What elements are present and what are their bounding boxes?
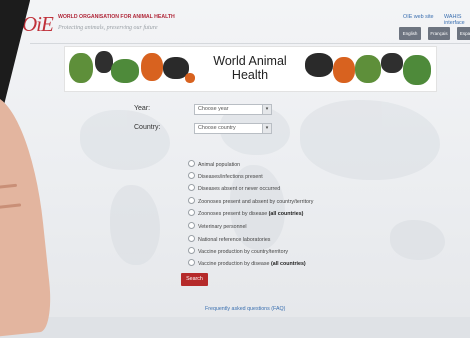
chevron-down-icon[interactable]: ▾ — [262, 124, 271, 133]
radio-button[interactable] — [188, 235, 195, 242]
option-animal-population[interactable]: Animal population — [188, 160, 240, 169]
oie-website-link[interactable]: OIE web site — [403, 14, 434, 20]
dog-illustration-right — [305, 53, 333, 77]
radio-button[interactable] — [188, 197, 195, 204]
year-label: Year: — [134, 105, 151, 112]
banner-title-line1: World Animal — [213, 54, 287, 68]
radio-button[interactable] — [188, 184, 195, 191]
radio-button[interactable] — [188, 209, 195, 216]
option-diseases-absent[interactable]: Diseases absent or never occurred — [188, 184, 280, 193]
option-vaccine-by-country[interactable]: Vaccine production by country/territory — [188, 247, 288, 256]
radio-button[interactable] — [188, 222, 195, 229]
search-button[interactable]: Search — [181, 273, 208, 286]
country-select-value: Choose country — [198, 125, 236, 131]
year-select-value: Choose year — [198, 106, 229, 112]
hand — [0, 91, 55, 338]
year-select[interactable]: Choose year ▾ — [194, 104, 272, 115]
country-label: Country: — [134, 124, 161, 131]
organisation-name: WORLD ORGANISATION FOR ANIMAL HEALTH — [58, 14, 175, 20]
fish-illustration-right — [333, 57, 355, 83]
option-veterinary-personnel[interactable]: Veterinary personnel — [188, 222, 247, 231]
bird-illustration-right — [381, 53, 403, 73]
paw-icon — [185, 73, 195, 83]
option-reference-laboratories[interactable]: National reference laboratories — [188, 235, 270, 244]
language-english-button[interactable]: English — [399, 27, 421, 40]
option-zoonoses-by-disease[interactable]: Zoonoses present by disease (all countri… — [188, 209, 303, 218]
radio-button[interactable] — [188, 172, 195, 179]
country-select[interactable]: Choose country ▾ — [194, 123, 272, 134]
faq-link[interactable]: Frequently asked questions (FAQ) — [205, 306, 285, 312]
radio-button[interactable] — [188, 160, 195, 167]
hand-crease — [0, 183, 18, 190]
elephant-illustration-right — [403, 55, 431, 85]
cow-illustration — [111, 59, 139, 83]
site-header: OiE WORLD ORGANISATION FOR ANIMAL HEALTH… — [0, 0, 470, 44]
world-animal-health-banner: World Animal Health — [64, 46, 437, 92]
fish-illustration — [141, 53, 163, 81]
banner-title: World Animal Health — [197, 54, 303, 82]
cow-illustration-right — [355, 55, 381, 83]
language-spanish-button[interactable]: Español — [457, 27, 470, 40]
radio-button[interactable] — [188, 259, 195, 266]
language-french-button[interactable]: Français — [428, 27, 450, 40]
radio-button[interactable] — [188, 247, 195, 254]
wahis-interface-link[interactable]: WAHIS interface — [444, 14, 470, 26]
oie-logo[interactable]: OiE — [22, 12, 54, 37]
page: OiE WORLD ORGANISATION FOR ANIMAL HEALTH… — [0, 0, 470, 338]
hand-crease — [0, 203, 22, 210]
option-vaccine-by-disease[interactable]: Vaccine production by disease (all count… — [188, 259, 306, 268]
option-zoonoses-by-country[interactable]: Zoonoses present and absent by country/t… — [188, 197, 313, 206]
elephant-illustration — [69, 53, 93, 83]
header-divider — [30, 43, 470, 44]
chevron-down-icon[interactable]: ▾ — [262, 105, 271, 114]
banner-title-line2: Health — [231, 68, 269, 82]
tagline: Protecting animals, preserving our futur… — [58, 25, 158, 31]
option-diseases-present[interactable]: Diseases/infections present — [188, 172, 263, 181]
